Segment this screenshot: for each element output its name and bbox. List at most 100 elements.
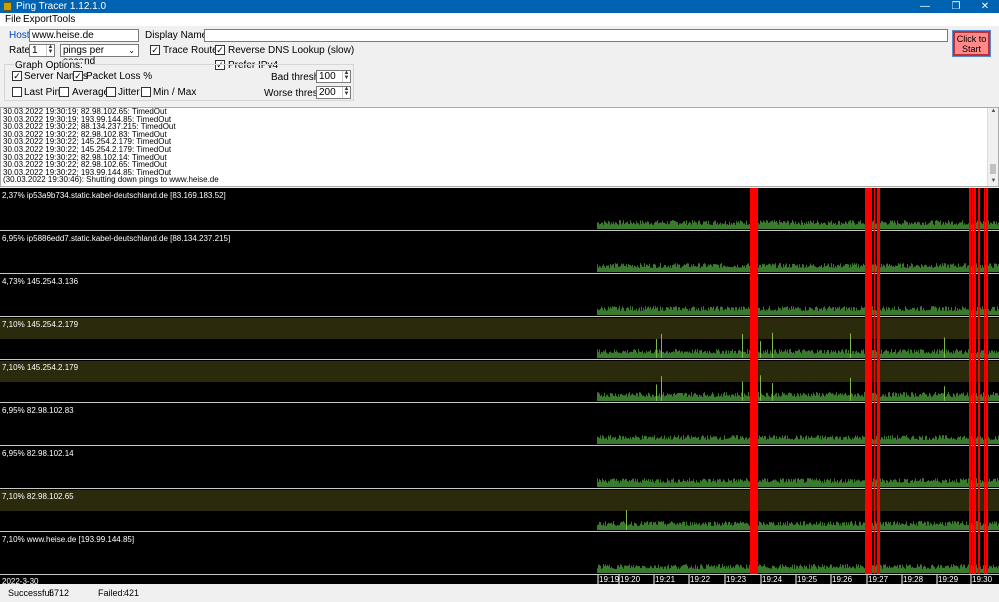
chevron-down-icon: ⌄ [128,46,135,55]
graph-host-label: 7,10% www.heise.de [193.99.144.85] [2,535,135,544]
spinner-arrows-icon[interactable]: ▲ ▼ [342,70,350,82]
successful-count: 5712 [49,588,70,598]
app-icon [3,2,12,11]
time-axis-date: 2022-3-30 [2,577,39,586]
ping-ok-bars [597,306,999,315]
time-tick-label: 19:30 [972,575,993,584]
log-scrollbar[interactable]: ▲ ▼ [987,108,998,186]
row-separator [0,230,999,231]
start-button[interactable]: Click to Start [952,30,991,57]
menu-tools[interactable]: Tools [52,13,75,26]
time-tick-label: 19:23 [726,575,747,584]
graph-host-label: 6,95% 82.98.102.14 [2,449,74,458]
time-tick-label: 19:27 [868,575,889,584]
time-tick-label: 19:26 [832,575,853,584]
time-tick-label: 19:21 [655,575,676,584]
graph-host-label: 7,10% 145.254.2.179 [2,320,79,329]
ping-ok-bars [597,564,999,573]
title-bar: Ping Tracer 1.12.1.0 — ❐ ✕ [0,0,999,13]
start-button-line1: Click to [956,34,987,44]
log-lines: 30.03.2022 19:30:19; 82.98.102.65: Timed… [1,108,998,184]
ping-graph-row [0,263,999,274]
reverse-dns-label: Reverse DNS Lookup (slow) [228,45,355,56]
server-names-checkbox[interactable]: ✓ [12,71,22,81]
log-line: (30.03.2022 19:30:46): Shutting down pin… [3,175,219,185]
ping-ok-bars [597,392,999,401]
ping-graphs-svg: 19:19 19:20 19:21 19:22 19:23 19:24 19:25 19:26… [0,188,999,584]
ping-graph-row [0,220,999,231]
maximize-button[interactable]: ❐ [941,0,971,13]
reverse-dns-checkbox[interactable]: ✓ [215,45,225,55]
ping-ok-bars [597,521,999,530]
status-bar: Successful: 5712 Failed: 421 [0,586,999,602]
row-separator [0,445,999,446]
ping-ok-bars [597,263,999,272]
ping-ok-bars [597,435,999,444]
row-separator [0,316,999,317]
worse-threshold-spinner[interactable]: 200 ▲ ▼ [316,86,351,99]
ping-ok-bars [597,220,999,229]
average-label: Average [72,87,110,98]
bad-threshold-spinner[interactable]: 100 ▲ ▼ [316,70,351,83]
jitter-checkbox[interactable] [106,87,116,97]
rate-value: 1 [32,45,38,56]
graph-host-label: 7,10% 82.98.102.65 [2,492,74,501]
ping-graph-area: 19:19 19:20 19:21 19:22 19:23 19:24 19:25 19:26… [0,188,999,584]
threshold-band [0,318,999,339]
log-textbox[interactable]: 30.03.2022 19:30:19; 82.98.102.65: Timed… [0,107,999,187]
time-tick-label: 19:20 [620,575,641,584]
ping-failure-bars [750,188,758,574]
scroll-down-icon[interactable]: ▼ [988,178,998,184]
rate-unit-select[interactable]: pings per second ⌄ [60,44,139,67]
row-separator [0,359,999,360]
average-checkbox[interactable] [59,87,69,97]
display-name-input[interactable] [204,29,948,42]
display-name-label: Display Name: [145,30,211,41]
time-tick-label: 19:25 [797,575,818,584]
trace-route-label: Trace Route [163,45,218,56]
ping-graph-row [0,564,999,575]
menu-file[interactable]: File [5,13,21,26]
scroll-up-icon[interactable]: ▲ [988,108,998,114]
time-tick-label: 19:19 [599,575,620,584]
time-tick-label: 19:24 [762,575,783,584]
ping-graph-row [0,435,999,446]
trace-route-checkbox[interactable]: ✓ [150,45,160,55]
rate-spinner[interactable]: 1 ▲ ▼ [29,44,55,57]
worse-threshold-value: 200 [319,87,336,98]
ping-graph-row [0,490,999,532]
ping-graph-row [0,478,999,489]
row-separator [0,488,999,489]
graph-host-label: 6,95% ip5886edd7.static.kabel-deutschlan… [2,234,231,243]
last-ping-checkbox[interactable] [12,87,22,97]
threshold-band [0,490,999,511]
start-button-line2: Start [961,44,981,54]
failed-label: Failed: [98,588,126,598]
close-button[interactable]: ✕ [970,0,999,13]
row-separator [0,273,999,274]
graph-host-label: 6,95% 82.98.102.83 [2,406,74,415]
window-title: Ping Tracer 1.12.1.0 [16,1,107,12]
packet-loss-label: Packet Loss % [86,71,153,82]
menu-export[interactable]: Export [23,13,52,26]
ping-failure-bars [969,188,988,574]
host-input[interactable]: www.heise.de [29,29,139,42]
bad-threshold-value: 100 [319,71,336,82]
min-max-checkbox[interactable] [141,87,151,97]
ping-graph-row [0,318,999,360]
failed-count: 421 [124,588,140,598]
scrollbar-thumb[interactable] [990,164,996,174]
packet-loss-checkbox[interactable]: ✓ [73,71,83,81]
graph-host-label: 7,10% 145.254.2.179 [2,363,79,372]
time-tick-label: 19:22 [690,575,711,584]
spinner-arrows-icon[interactable]: ▲ ▼ [342,86,350,98]
ping-graph-row [0,361,999,403]
graph-host-label: 2,37% ip53a9b734.static.kabel-deutschlan… [2,191,226,200]
ping-ok-bars [597,478,999,487]
time-tick-label: 19:28 [903,575,924,584]
minimize-button[interactable]: — [910,0,940,13]
menu-bar: File Export Tools [0,13,999,26]
row-separator [0,402,999,403]
jitter-label: Jitter [118,87,140,98]
spinner-arrows-icon[interactable]: ▲ ▼ [46,44,54,56]
